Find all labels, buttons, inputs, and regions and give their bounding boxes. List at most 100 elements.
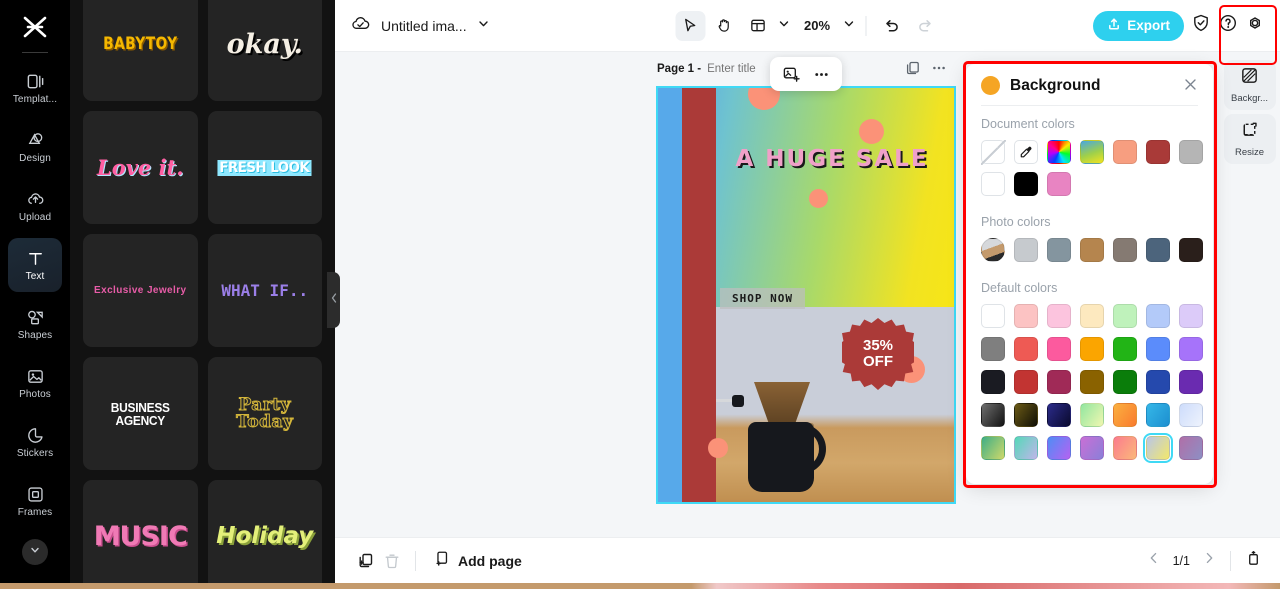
sidebar-item-frames[interactable]: Frames [8, 474, 62, 528]
text-template-card[interactable]: okay. [207, 0, 322, 101]
page-panel-icon[interactable] [1245, 550, 1262, 572]
color-swatch[interactable] [1113, 370, 1137, 394]
color-swatch[interactable] [1146, 140, 1170, 164]
gradient-swatch[interactable] [1179, 436, 1203, 460]
color-swatch[interactable] [1047, 172, 1071, 196]
text-template-card[interactable]: BUSINESS AGENCY [83, 357, 198, 470]
color-swatch[interactable] [1179, 370, 1203, 394]
color-swatch[interactable] [1146, 370, 1170, 394]
color-swatch[interactable] [1014, 172, 1038, 196]
layout-tool-button[interactable] [743, 11, 773, 41]
sidebar-item-shapes[interactable]: Shapes [8, 297, 62, 351]
gradient-swatch[interactable] [1080, 403, 1104, 427]
color-swatch[interactable] [1014, 304, 1038, 328]
delete-page-button[interactable] [379, 548, 405, 574]
color-swatch[interactable] [1080, 370, 1104, 394]
color-swatch[interactable] [1014, 337, 1038, 361]
duplicate-page-icon[interactable] [905, 60, 921, 81]
zoom-level-value[interactable]: 20% [804, 18, 830, 33]
sidebar-item-photos[interactable]: Photos [8, 356, 62, 410]
color-swatch[interactable] [1047, 238, 1071, 262]
panel-collapse-handle[interactable] [327, 272, 340, 328]
color-swatch[interactable] [1014, 370, 1038, 394]
text-template-card[interactable]: FRESH LOOK [207, 111, 322, 224]
text-template-card[interactable]: Party Today [207, 357, 322, 470]
color-swatch[interactable] [1113, 238, 1137, 262]
rainbow-wheel-swatch[interactable] [1047, 140, 1071, 164]
select-tool-button[interactable] [674, 10, 705, 41]
discount-badge[interactable]: 35% OFF [842, 318, 914, 390]
color-swatch[interactable] [1179, 337, 1203, 361]
color-swatch[interactable] [1047, 337, 1071, 361]
gradient-swatch[interactable] [1047, 436, 1071, 460]
question-circle-icon[interactable] [1218, 13, 1238, 38]
sidebar-item-templates[interactable]: Templat... [8, 61, 62, 115]
text-template-card[interactable]: Love it. [83, 111, 198, 224]
gradient-swatch[interactable] [1179, 403, 1203, 427]
color-swatch[interactable] [981, 172, 1005, 196]
chevron-down-icon[interactable] [777, 17, 790, 35]
color-swatch[interactable] [1047, 304, 1071, 328]
close-x-icon[interactable] [1183, 77, 1198, 95]
color-swatch[interactable] [1146, 304, 1170, 328]
cta-button-text[interactable]: SHOP NOW [720, 288, 805, 309]
gradient-swatch[interactable] [1047, 403, 1071, 427]
headline-text[interactable]: A HUGE SALE [722, 146, 942, 172]
text-template-card[interactable]: BABYTOY [83, 0, 198, 101]
design-artboard[interactable]: A HUGE SALE SHOP NOW 35% OFF [656, 86, 956, 504]
color-swatch[interactable] [1113, 304, 1137, 328]
text-template-card[interactable]: WHAT IF.. [207, 234, 322, 347]
add-page-button[interactable]: Add page [434, 550, 522, 572]
export-button[interactable]: Export [1093, 10, 1184, 41]
chevron-right-icon[interactable] [1202, 551, 1216, 570]
duplicate-page-button[interactable] [353, 548, 379, 574]
color-swatch[interactable] [1113, 140, 1137, 164]
color-swatch[interactable] [1113, 337, 1137, 361]
text-template-card[interactable]: MUSIC [83, 480, 198, 589]
chevron-down-icon[interactable] [842, 17, 855, 35]
capcut-logo-icon[interactable] [15, 10, 55, 44]
chevron-left-icon[interactable] [1147, 551, 1161, 570]
gradient-swatch[interactable] [1014, 403, 1038, 427]
gradient-swatch[interactable] [981, 403, 1005, 427]
more-horizontal-icon[interactable] [931, 60, 947, 81]
color-swatch[interactable] [981, 337, 1005, 361]
current-background-swatch[interactable] [981, 76, 1000, 95]
source-photo-swatch[interactable] [981, 238, 1005, 262]
color-swatch[interactable] [981, 304, 1005, 328]
resize-tool-button[interactable]: Resize [1223, 114, 1276, 164]
gradient-swatch-selected[interactable] [1142, 432, 1174, 464]
color-swatch[interactable] [1080, 337, 1104, 361]
gradient-swatch[interactable] [1113, 403, 1137, 427]
document-title[interactable]: Untitled ima... [381, 18, 467, 34]
cloud-saved-icon[interactable] [350, 13, 371, 39]
text-template-card[interactable]: Holiday [207, 480, 322, 589]
hand-tool-button[interactable] [709, 11, 739, 41]
more-horizontal-icon[interactable] [808, 61, 834, 87]
color-swatch[interactable] [1080, 304, 1104, 328]
color-swatch[interactable] [1014, 238, 1038, 262]
color-swatch[interactable] [1146, 337, 1170, 361]
color-swatch[interactable] [1146, 238, 1170, 262]
shield-check-icon[interactable] [1191, 13, 1211, 38]
background-tool-button[interactable]: Backgr... [1223, 60, 1276, 110]
add-image-icon[interactable] [778, 61, 804, 87]
sidebar-more-button[interactable] [22, 539, 48, 565]
color-swatch[interactable] [1179, 238, 1203, 262]
gradient-swatch[interactable] [1146, 403, 1170, 427]
redo-button[interactable] [910, 11, 940, 41]
color-swatch[interactable] [1179, 304, 1203, 328]
no-color-swatch[interactable] [981, 140, 1006, 165]
gear-icon[interactable] [1245, 13, 1265, 38]
gradient-swatch[interactable] [1014, 436, 1038, 460]
color-swatch[interactable] [981, 370, 1005, 394]
chevron-down-icon[interactable] [477, 17, 490, 35]
text-template-card[interactable]: Exclusive Jewelry [83, 234, 198, 347]
color-swatch[interactable] [1047, 370, 1071, 394]
eyedropper-swatch[interactable] [1014, 140, 1038, 164]
undo-button[interactable] [876, 11, 906, 41]
gradient-swatch[interactable] [1080, 436, 1104, 460]
gradient-swatch[interactable] [981, 436, 1005, 460]
color-swatch[interactable] [1080, 238, 1104, 262]
sidebar-item-stickers[interactable]: Stickers [8, 415, 62, 469]
